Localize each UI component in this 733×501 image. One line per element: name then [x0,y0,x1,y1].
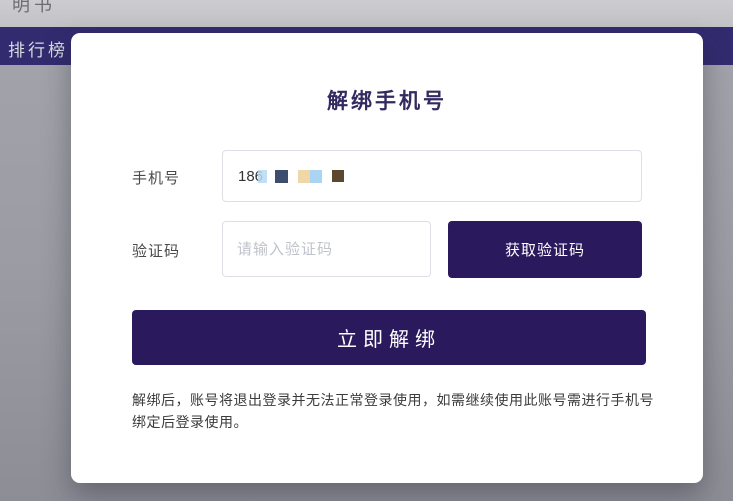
code-input[interactable] [222,221,431,277]
phone-mask-block [332,170,344,182]
unbind-notice: 解绑后，账号将退出登录并无法正常登录使用，如需继续使用此账号需进行手机号绑定后登… [132,389,666,434]
page-background-top: 明书 [0,0,733,27]
phone-value: 186 [238,168,263,185]
nav-item-ranking[interactable]: 排行榜 [8,36,68,61]
unbind-now-button[interactable]: 立即解绑 [132,310,646,365]
phone-mask-block [298,170,322,183]
phone-mask-block [298,170,310,183]
modal-title: 解绑手机号 [71,85,703,115]
phone-mask-block [310,170,322,183]
phone-input[interactable]: 186 [222,150,642,202]
phone-label: 手机号 [132,167,180,188]
phone-mask-row [275,170,354,183]
phone-mask-block [275,170,288,183]
phone-mask-block [258,170,267,183]
unbind-phone-modal: 解绑手机号 手机号 186 验证码 获取验证码 立即解绑 解绑后，账号将退出登录… [71,33,703,483]
get-code-button[interactable]: 获取验证码 [448,221,642,278]
code-label: 验证码 [132,240,180,261]
cut-off-heading-text: 明书 [12,0,56,17]
